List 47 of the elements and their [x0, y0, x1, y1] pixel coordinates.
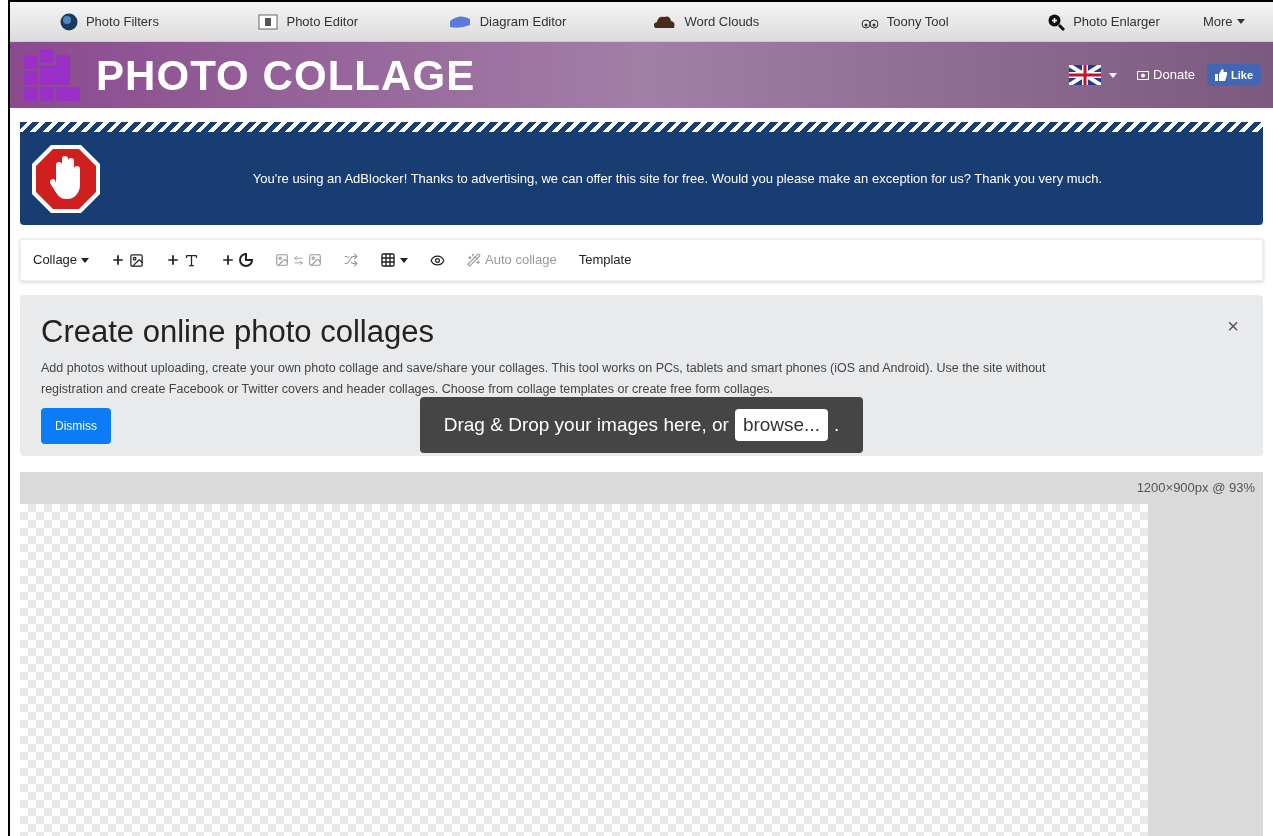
- language-menu-button[interactable]: [1069, 65, 1118, 85]
- more-menu-link[interactable]: More: [1202, 11, 1273, 32]
- magic-wand-icon: [467, 253, 482, 267]
- photo-frame-icon: [258, 13, 279, 30]
- swap-icon: [293, 254, 305, 266]
- zoom-icon: [1047, 12, 1066, 31]
- collage-menu-button[interactable]: Collage: [25, 246, 98, 274]
- close-button[interactable]: ×: [1227, 311, 1239, 341]
- donate-link[interactable]: Donate: [1137, 65, 1195, 85]
- adblock-message: You're using an AdBlocker! Thanks to advertising, we can offer this site for free. Would you please make an exception for us? Thank you very much.: [251, 169, 1104, 188]
- nav-link[interactable]: Photo Enlarger: [1004, 11, 1203, 32]
- browse-button[interactable]: browse...: [734, 408, 828, 442]
- nav-link[interactable]: Word Clouds: [606, 11, 806, 32]
- shuffle-icon: [344, 253, 359, 267]
- thumbs-up-icon: [1215, 69, 1227, 81]
- grid-icon: [380, 252, 397, 268]
- intro-text: Add photos without uploading, create your own photo collage and save/share your collages. This tool works on PCs, tablets and smart phones (iOS and Android). Use the site without registration and create Facebook or Twitter covers and header collages. Choose from collage templates or create free form collages.: [41, 359, 1047, 398]
- drop-instruction-end: .: [833, 412, 840, 437]
- nav-link[interactable]: Toony Tool: [805, 11, 1005, 32]
- dismiss-button[interactable]: Dismiss: [41, 407, 111, 444]
- image-icon: [308, 253, 323, 267]
- shape-icon: [239, 253, 254, 267]
- plus-icon: [221, 253, 236, 267]
- intro-heading: Create online photo collages: [41, 313, 434, 351]
- site-title: PHOTO COLLAGE: [96, 50, 476, 101]
- nav-link[interactable]: Photo Editor: [208, 11, 408, 32]
- flag-icon: [1069, 65, 1102, 85]
- money-icon: [1137, 70, 1150, 80]
- caret-icon: [400, 257, 409, 263]
- eye-icon: [430, 252, 446, 268]
- drop-instruction: Drag & Drop your images here, or: [443, 412, 729, 437]
- caret-icon: [1109, 72, 1118, 78]
- image-icon: [275, 253, 290, 267]
- text-icon: [184, 252, 200, 268]
- like-button[interactable]: Like: [1207, 63, 1261, 87]
- canvas-size-label: 1200×900px @ 93%: [1136, 479, 1255, 497]
- image-icon: [129, 252, 145, 268]
- stop-hand-icon: [30, 142, 102, 215]
- plus-icon: [166, 253, 181, 267]
- shape-icon: [447, 14, 472, 29]
- globe-icon: [59, 12, 78, 31]
- plus-icon: [111, 253, 126, 267]
- template-button[interactable]: Template: [570, 246, 640, 274]
- nav-link[interactable]: Diagram Editor: [407, 11, 607, 32]
- caret-icon: [81, 257, 90, 263]
- caret-icon: [1236, 19, 1245, 24]
- nav-link[interactable]: Photo Filters: [10, 11, 209, 32]
